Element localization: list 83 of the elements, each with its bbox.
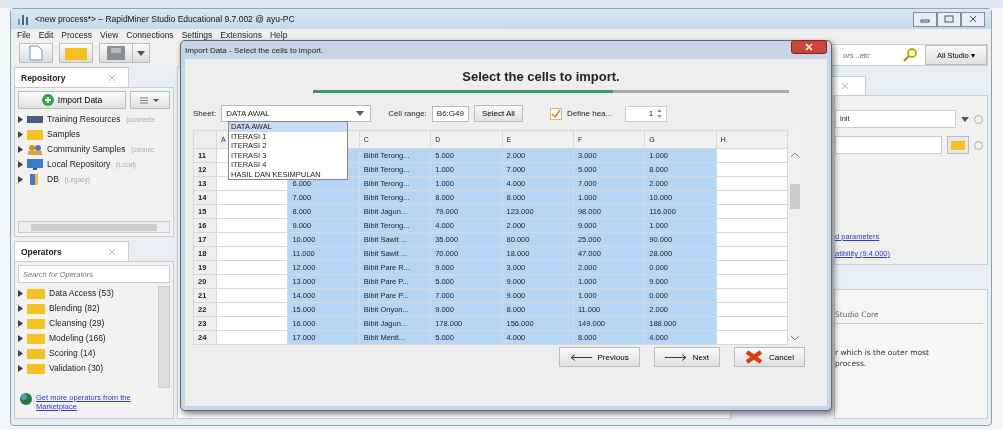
caret-icon xyxy=(961,116,969,122)
menu-item[interactable]: Help xyxy=(269,29,288,41)
select-all-button[interactable]: Select All xyxy=(473,105,523,122)
repository-item[interactable]: Samples xyxy=(18,127,170,141)
menu-item[interactable]: Process xyxy=(61,29,93,41)
next-button[interactable]: Next xyxy=(653,347,721,367)
folder-icon xyxy=(27,302,45,314)
caret-icon xyxy=(137,50,145,56)
maximize-button[interactable] xyxy=(937,11,961,27)
folder-icon xyxy=(951,140,965,150)
dialog-heading: Select the cells to import. xyxy=(461,68,621,86)
left-arrow-icon xyxy=(569,353,592,361)
menu-item[interactable]: Settings xyxy=(181,29,213,41)
folder-icon xyxy=(27,347,45,359)
operator-group[interactable]: Cleansing (29) xyxy=(18,316,158,330)
folder-icon xyxy=(27,332,45,344)
browse-button[interactable] xyxy=(947,136,969,154)
operators-tab[interactable]: Operators xyxy=(14,241,129,261)
maximize-icon xyxy=(944,15,954,23)
previous-button[interactable]: Previous xyxy=(558,347,640,367)
repository-tab[interactable]: Repository xyxy=(14,67,129,87)
cancel-button[interactable]: Cancel xyxy=(734,347,805,367)
path-field[interactable] xyxy=(835,136,942,154)
close-icon xyxy=(108,247,116,256)
checkbox[interactable] xyxy=(549,107,562,120)
menu-item[interactable]: View xyxy=(100,29,119,41)
folder-icon xyxy=(27,317,45,329)
operator-group[interactable]: Validation (30) xyxy=(18,361,158,375)
search-icon xyxy=(903,48,917,62)
operator-group[interactable]: Blending (82) xyxy=(18,301,158,315)
cell-range-field[interactable]: B6:G49 xyxy=(431,105,469,122)
dropdown-button[interactable] xyxy=(132,43,150,63)
operator-group[interactable]: Scoring (14) xyxy=(18,346,158,360)
globe-icon xyxy=(20,393,32,405)
menu-item[interactable]: Connections xyxy=(126,29,174,41)
spinner-arrows-icon xyxy=(657,109,663,118)
close-button[interactable] xyxy=(961,11,985,27)
spinner-field[interactable]: 1 xyxy=(625,105,668,122)
people-icon xyxy=(27,143,43,155)
document-icon xyxy=(29,45,43,61)
menu-item[interactable]: Extensions xyxy=(220,29,262,41)
menu-item[interactable]: Edit xyxy=(38,29,54,41)
save-button[interactable] xyxy=(99,43,133,63)
bar-chart-icon xyxy=(17,13,31,25)
menu-button[interactable] xyxy=(130,91,170,109)
sheet-select[interactable]: DATA AWAL xyxy=(221,105,372,122)
operator-group[interactable]: Modeling (166) xyxy=(18,331,158,345)
folder-icon xyxy=(27,287,45,299)
folder-icon xyxy=(27,128,43,140)
plus-icon xyxy=(41,94,54,106)
operator-group[interactable]: Data Access (53) xyxy=(18,286,158,300)
horizontal-scrollbar[interactable] xyxy=(18,221,170,233)
scroll-up-icon xyxy=(791,152,799,157)
folder-icon xyxy=(27,362,45,374)
sheet-label: Sheet: xyxy=(193,109,217,118)
folder-icon xyxy=(65,46,87,60)
dialog-title: Import Data - Select the cells to import. xyxy=(185,45,324,55)
close-icon xyxy=(805,43,813,51)
caret-icon xyxy=(356,111,365,116)
cell-range-label: Cell range: xyxy=(388,109,427,118)
menu-item[interactable]: File xyxy=(17,29,31,41)
close-icon xyxy=(841,82,849,90)
close-button[interactable] xyxy=(791,40,827,54)
menu-icon xyxy=(140,96,160,104)
open-button[interactable] xyxy=(59,43,93,63)
scroll-down-icon xyxy=(791,336,799,341)
new-button[interactable] xyxy=(19,43,53,63)
right-arrow-icon xyxy=(664,353,687,361)
checkbox-label: Define hea... xyxy=(566,109,613,118)
import-data-button[interactable]: Import Data xyxy=(18,91,126,109)
window-title: <new process*> – RapidMiner Studio Educational 9.7.002 @ ayu-PC xyxy=(35,14,295,24)
vertical-scrollbar[interactable] xyxy=(158,286,170,388)
screen-icon xyxy=(27,113,43,125)
floppy-icon xyxy=(107,46,125,60)
close-icon xyxy=(969,15,977,23)
info-icon xyxy=(974,140,983,150)
minimize-button[interactable] xyxy=(913,11,937,27)
monitor-icon xyxy=(27,158,43,170)
close-icon xyxy=(108,73,116,82)
cross-icon xyxy=(745,350,764,364)
scroll-thumb[interactable] xyxy=(790,184,800,209)
info-icon xyxy=(974,114,983,124)
check-icon xyxy=(550,108,561,119)
